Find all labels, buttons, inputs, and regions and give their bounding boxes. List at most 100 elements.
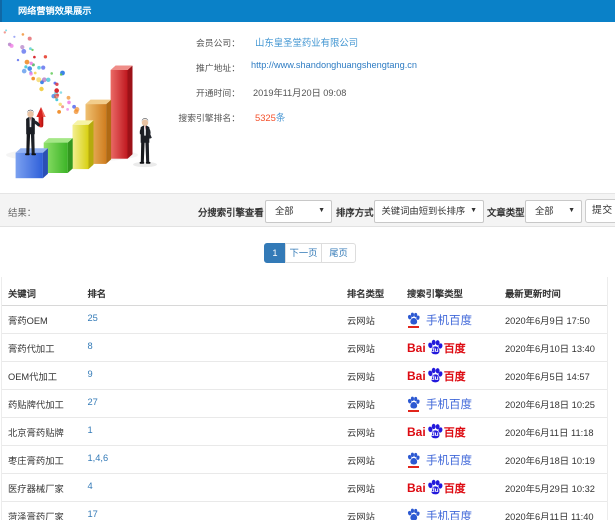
mobile-baidu-logo: 手机百度 [407, 451, 472, 469]
next-page-button[interactable]: 下一页 [285, 243, 322, 263]
rank-type-cell: 云网站 [347, 316, 375, 326]
keyword-cell: 枣庄膏药加工 [8, 456, 64, 466]
rank-link[interactable]: 4 [88, 481, 93, 491]
filter-bar: 结果： 分搜索引擎查看 全部 ▼ 排序方式 关键词由短到长排序 ▼ 文章类型 全… [0, 193, 615, 227]
updated-cell: 2020年6月10日 13:40 [505, 344, 595, 354]
bar-chart-illustration [3, 29, 157, 179]
table-row: 医疗器械厂家 4 云网站 Bai du 百度 2020年5月29日 10:32 [2, 474, 607, 502]
updated-cell: 2020年5月29日 10:32 [505, 484, 595, 494]
last-page-button[interactable]: 尾页 [321, 243, 356, 263]
updated-cell: 2020年6月11日 11:18 [505, 428, 594, 438]
table-row: OEM代加工 9 云网站 Bai du 百度 2020年6月5日 14:57 [2, 362, 607, 390]
col-engine: 搜索引擎类型 [407, 289, 463, 299]
updated-cell: 2020年6月11日 11:40 [505, 512, 594, 520]
logo-underline [408, 410, 419, 412]
keyword-cell: 菏泽膏药厂家 [8, 512, 64, 520]
keyword-cell: 膏药OEM [8, 316, 48, 326]
rank-type-cell: 云网站 [347, 400, 375, 410]
info-label: 推广地址： [196, 63, 240, 73]
baidu-logo-bai: Bai [407, 369, 426, 383]
baidu-logo: Bai du 百度 [407, 367, 466, 385]
info-row: 会员公司： 山东皇圣堂药业有限公司 [130, 35, 615, 49]
promo-url-link[interactable]: http://www.shandonghuangshengtang.cn [251, 60, 417, 70]
table-row: 膏药OEM 25 云网站 手机百度 2020年6月9日 17:50 [2, 306, 607, 334]
table-row: 菏泽膏药厂家 17 云网站 手机百度 2020年6月11日 11:40 [2, 502, 607, 520]
article-type-select[interactable]: 全部 ▼ [525, 200, 582, 223]
engine-name: 手机百度 [426, 455, 472, 467]
baidu-paw-icon: du [427, 339, 443, 357]
baidu-logo-bai: Bai [407, 341, 426, 355]
submit-button[interactable]: 提交 [585, 199, 615, 223]
engine-name: 手机百度 [426, 315, 472, 327]
engine-cell: 手机百度 [407, 395, 472, 413]
mobile-baidu-logo: 手机百度 [407, 395, 472, 413]
engine-cell: Bai du 百度 [407, 367, 466, 385]
rank-link[interactable]: 25 [88, 313, 98, 323]
article-type-select-value: 全部 [535, 206, 554, 216]
baidu-logo: Bai du 百度 [407, 339, 466, 357]
engine-filter-label: 分搜索引擎查看 [198, 207, 264, 218]
sort-select[interactable]: 关键词由短到长排序 ▼ [374, 200, 484, 223]
company-link[interactable]: 山东皇圣堂药业有限公司 [255, 35, 358, 49]
result-label: 结果： [8, 207, 37, 218]
summary-section: 会员公司： 山东皇圣堂药业有限公司推广地址： http://www.shandong… [0, 22, 615, 193]
table-row: 膏药代加工 8 云网站 Bai du 百度 2020年6月10日 13:40 [2, 334, 607, 362]
info-label: 会员公司： [196, 38, 240, 48]
engine-name: 手机百度 [426, 511, 472, 520]
keyword-cell: 膏药代加工 [8, 344, 55, 354]
sort-select-value: 关键词由短到长排序 [381, 206, 466, 216]
rank-link[interactable]: 1,4,6 [88, 453, 109, 463]
rank-type-cell: 云网站 [347, 372, 375, 382]
baidu-logo: Bai du 百度 [407, 423, 466, 441]
info-value: 5325条 [255, 110, 285, 124]
info-row: 搜索引擎排名： 5325条 [130, 110, 615, 124]
baidu-logo-du: du [430, 347, 439, 354]
table-header-row: 关键词 排名 排名类型 搜索引擎类型 最新更新时间 [2, 277, 607, 306]
pagination: 1 下一页 尾页 [264, 243, 356, 263]
article-type-label: 文章类型 [487, 207, 525, 218]
engine-cell: Bai du 百度 [407, 339, 466, 357]
baidu-paw-icon [407, 396, 421, 412]
baidu-logo-cn: 百度 [443, 427, 466, 439]
baidu-paw-icon [407, 452, 421, 468]
updated-cell: 2020年6月5日 14:57 [505, 372, 590, 382]
col-updated: 最新更新时间 [505, 289, 561, 299]
updated-cell: 2020年6月18日 10:19 [505, 456, 595, 466]
baidu-paw-icon: du [427, 367, 443, 385]
page-1-button[interactable]: 1 [264, 243, 286, 263]
rank-count: 5325 [255, 112, 276, 123]
keyword-cell: 北京膏药贴牌 [8, 428, 64, 438]
engine-name: 手机百度 [426, 399, 472, 411]
baidu-logo-du: du [430, 375, 439, 382]
engine-cell: 手机百度 [407, 507, 472, 520]
col-rank-type: 排名类型 [347, 289, 385, 299]
updated-cell: 2020年6月18日 10:25 [505, 400, 595, 410]
rank-link[interactable]: 8 [88, 341, 93, 351]
engine-cell: Bai du 百度 [407, 479, 466, 497]
col-rank: 排名 [87, 289, 107, 299]
chevron-down-icon: ▼ [318, 207, 325, 214]
chevron-down-icon: ▼ [568, 207, 575, 214]
engine-select-value: 全部 [275, 206, 294, 216]
baidu-paw-icon: du [427, 479, 443, 497]
page-title: 网络营销效果展示 [0, 0, 615, 22]
baidu-logo-cn: 百度 [443, 343, 466, 355]
rank-type-cell: 云网站 [347, 344, 375, 354]
info-row: 开通时间： 2019年11月20日 09:08 [130, 85, 615, 99]
baidu-logo-cn: 百度 [443, 371, 466, 383]
keyword-rank-table: 关键词 排名 排名类型 搜索引擎类型 最新更新时间 膏药OEM 25 云网站 手… [1, 277, 608, 520]
table-body: 膏药OEM 25 云网站 手机百度 2020年6月9日 17:50 膏药代加工 … [2, 306, 607, 520]
baidu-logo-cn: 百度 [443, 483, 466, 495]
rank-link[interactable]: 1 [88, 425, 93, 435]
baidu-logo-du: du [430, 487, 439, 494]
info-row: 推广地址： http://www.shandonghuangshengtang.c… [130, 60, 615, 74]
engine-select[interactable]: 全部 ▼ [265, 200, 332, 223]
rank-link[interactable]: 9 [88, 369, 93, 379]
info-label: 搜索引擎排名： [178, 113, 240, 123]
rank-link[interactable]: 27 [88, 397, 98, 407]
logo-underline [408, 326, 419, 328]
engine-cell: 手机百度 [407, 451, 472, 469]
baidu-logo-bai: Bai [407, 425, 426, 439]
rank-type-cell: 云网站 [347, 512, 375, 520]
rank-link[interactable]: 17 [88, 509, 98, 519]
